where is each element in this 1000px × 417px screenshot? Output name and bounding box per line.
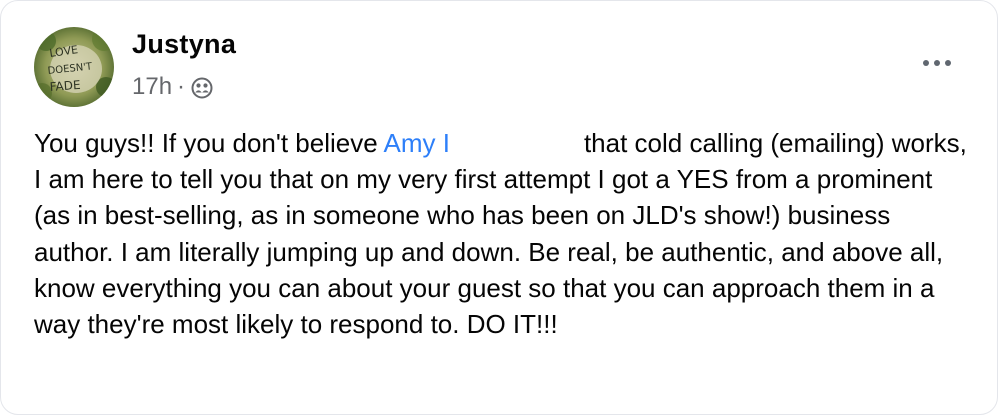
post-meta: 17h · [132, 75, 213, 99]
more-options-icon[interactable] [917, 49, 957, 77]
post-text-rest: that cold calling (emailing) works, I am… [34, 128, 967, 340]
avatar-text-line-3: FADE [49, 78, 81, 94]
meta-separator: · [177, 73, 186, 100]
post-time[interactable]: 17h [132, 75, 172, 99]
friends-icon[interactable] [191, 77, 213, 99]
avatar[interactable]: LOVE DOESN'T FADE [34, 27, 114, 107]
post-body: You guys!! If you don't believe Amy Itha… [34, 125, 974, 342]
mention-tail[interactable]: I [443, 128, 450, 158]
author-name[interactable]: Justyna [132, 31, 236, 58]
mention-link[interactable]: Amy [383, 128, 435, 158]
redacted-area [450, 151, 584, 152]
avatar-image: LOVE DOESN'T FADE [34, 27, 114, 107]
post-card: LOVE DOESN'T FADE Justyna 17h · You guys… [0, 0, 998, 415]
post-text-intro: You guys!! If you don't believe [34, 128, 384, 158]
